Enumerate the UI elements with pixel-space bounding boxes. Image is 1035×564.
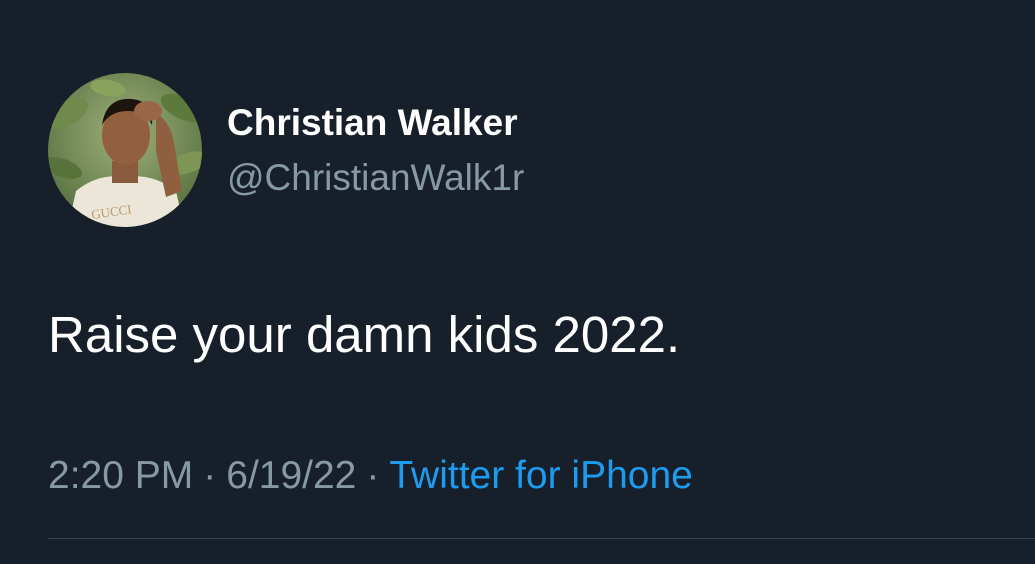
meta-separator: · xyxy=(203,454,217,497)
tweet-date[interactable]: 6/19/22 xyxy=(226,454,356,497)
author-avatar[interactable]: GUCCI xyxy=(48,73,202,227)
author-display-name[interactable]: Christian Walker xyxy=(227,98,518,148)
tweet-time[interactable]: 2:20 PM xyxy=(48,454,193,497)
meta-separator: · xyxy=(366,454,380,497)
tweet-source-link[interactable]: Twitter for iPhone xyxy=(389,454,692,497)
divider xyxy=(48,538,1035,539)
tweet-metadata: 2:20 PM · 6/19/22 · Twitter for iPhone xyxy=(48,451,693,501)
author-handle[interactable]: @ChristianWalk1r xyxy=(227,153,524,203)
avatar-photo-icon: GUCCI xyxy=(48,73,202,227)
tweet-card: GUCCI Christian Walker @ChristianWalk1r … xyxy=(0,0,1035,564)
tweet-text: Raise your damn kids 2022. xyxy=(48,306,681,363)
